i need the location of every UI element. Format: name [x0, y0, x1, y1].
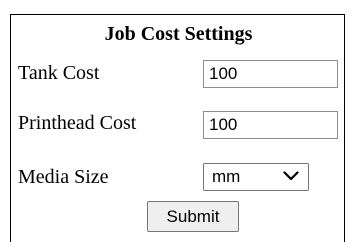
tank-cost-label: Tank Cost: [18, 62, 100, 84]
chevron-down-icon: [283, 171, 299, 181]
submit-button[interactable]: Submit: [147, 201, 239, 232]
panel-title: Job Cost Settings: [104, 23, 253, 45]
tank-cost-input[interactable]: [203, 60, 338, 88]
printhead-cost-label: Printhead Cost: [18, 112, 137, 134]
media-size-label: Media Size: [18, 166, 109, 188]
media-size-select[interactable]: mm: [203, 163, 309, 191]
job-cost-settings-panel: Job Cost Settings Tank Cost Printhead Co…: [10, 14, 345, 242]
media-size-selected-value: mm: [212, 167, 241, 186]
printhead-cost-input[interactable]: [203, 111, 338, 139]
